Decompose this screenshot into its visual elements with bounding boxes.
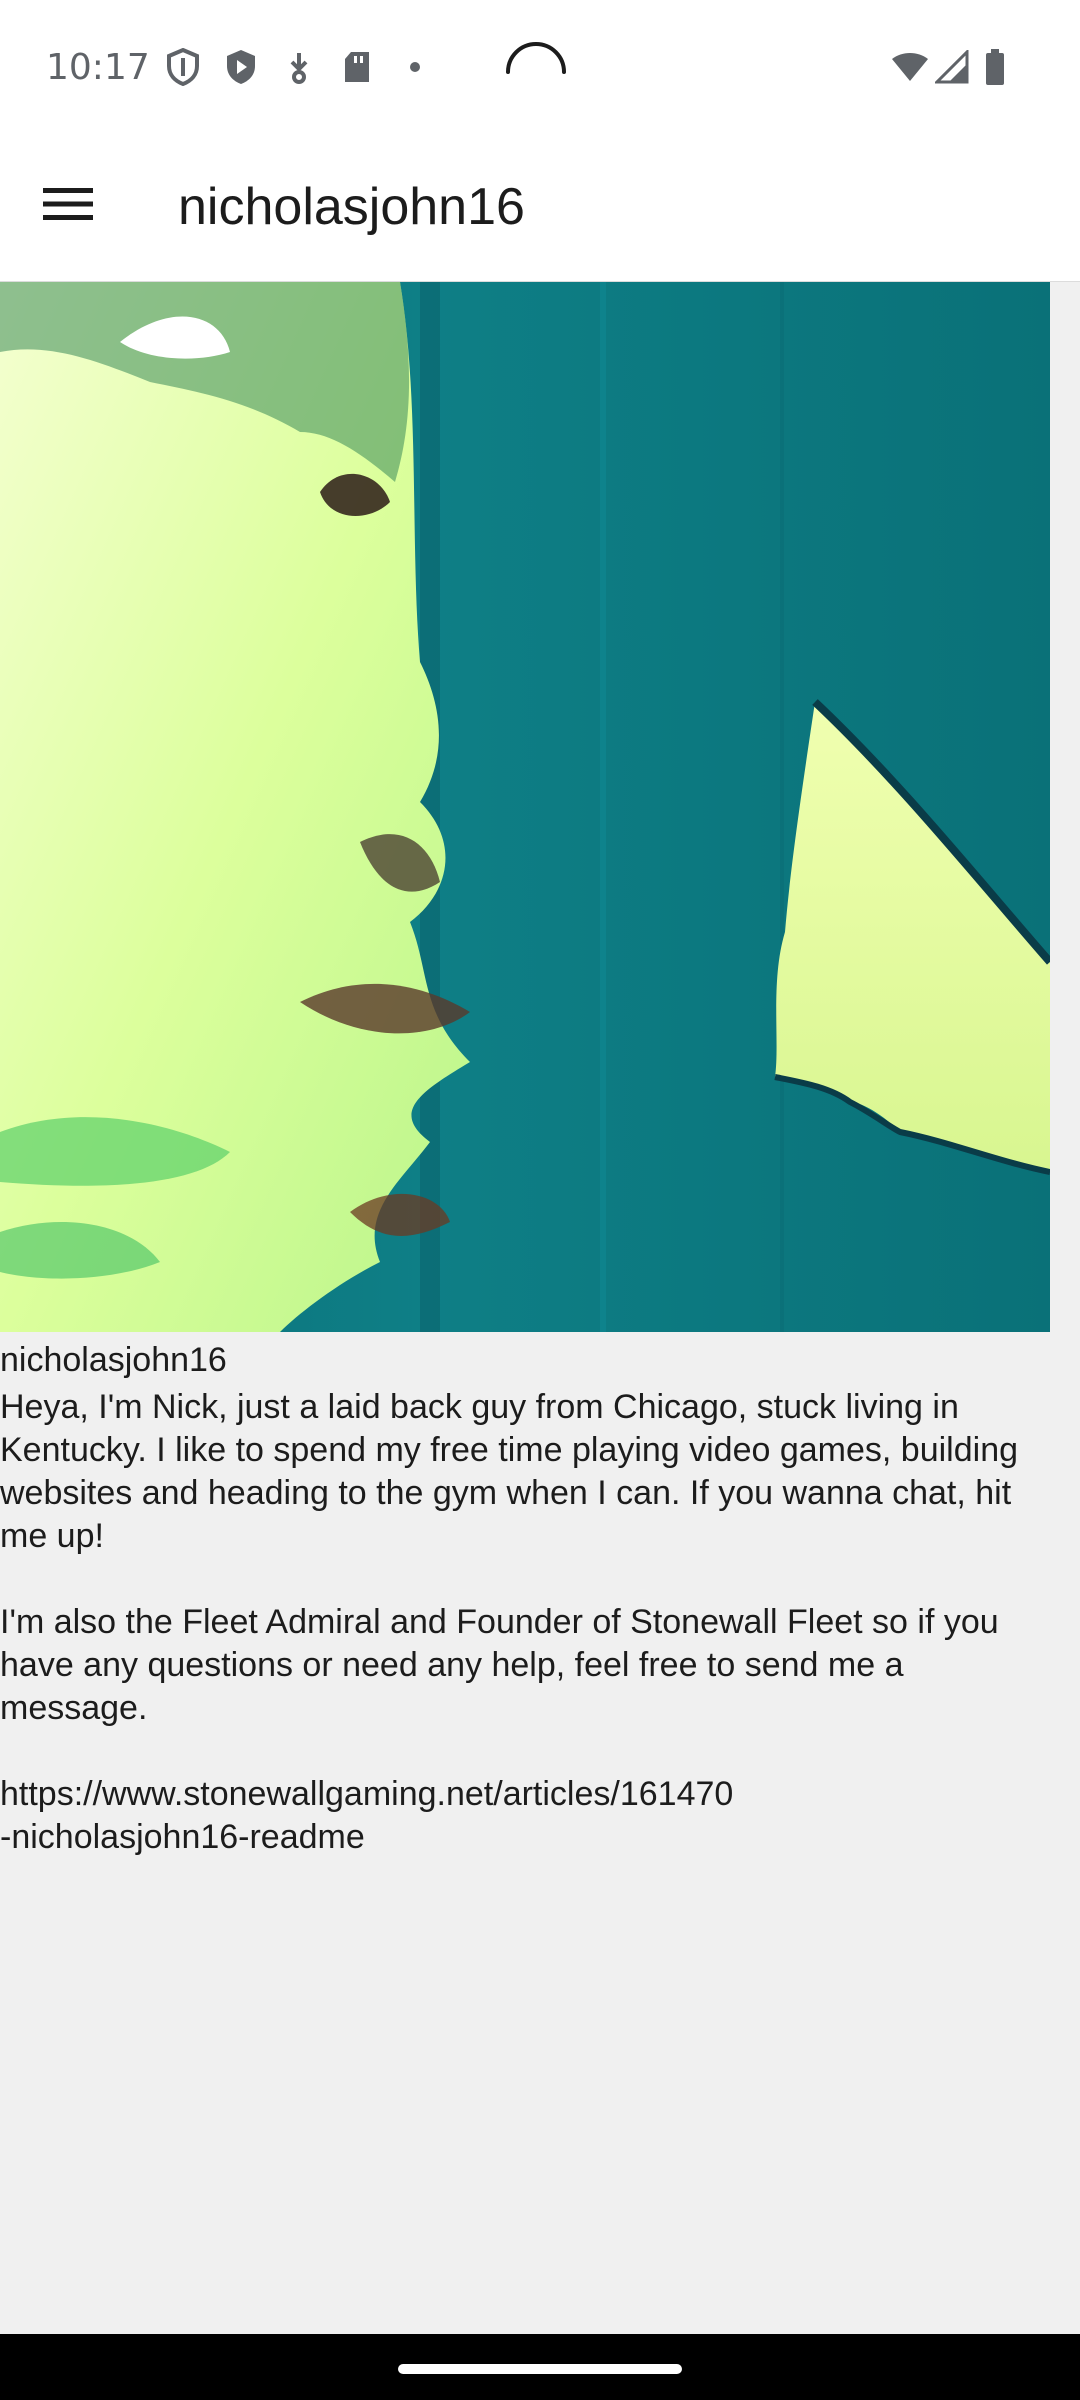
shield-play-icon	[222, 48, 260, 86]
app-bar: nicholasjohn16	[0, 136, 1080, 282]
dot-icon	[396, 48, 434, 86]
sd-card-icon	[338, 48, 376, 86]
status-bar: 10:17	[0, 0, 1080, 136]
page-title: nicholasjohn16	[178, 178, 525, 236]
battery-icon	[980, 48, 1010, 86]
shield-outline-icon	[164, 48, 202, 86]
signal-icon	[934, 48, 970, 86]
hamburger-menu-icon[interactable]	[30, 166, 106, 242]
loading-spinner-icon	[500, 32, 572, 104]
profile-bio: Heya, I'm Nick, just a laid back guy fro…	[0, 1388, 1019, 1856]
download-icon	[280, 48, 318, 86]
profile-name: nicholasjohn16	[0, 1341, 227, 1379]
profile-photo	[0, 282, 1050, 1332]
wifi-icon	[890, 48, 930, 86]
navigation-bar	[0, 2334, 1080, 2400]
status-time: 10:17	[46, 47, 150, 88]
home-gesture-handle[interactable]	[398, 2364, 682, 2374]
profile-content: nicholasjohn16 Heya, I'm Nick, just a la…	[0, 282, 1080, 2334]
